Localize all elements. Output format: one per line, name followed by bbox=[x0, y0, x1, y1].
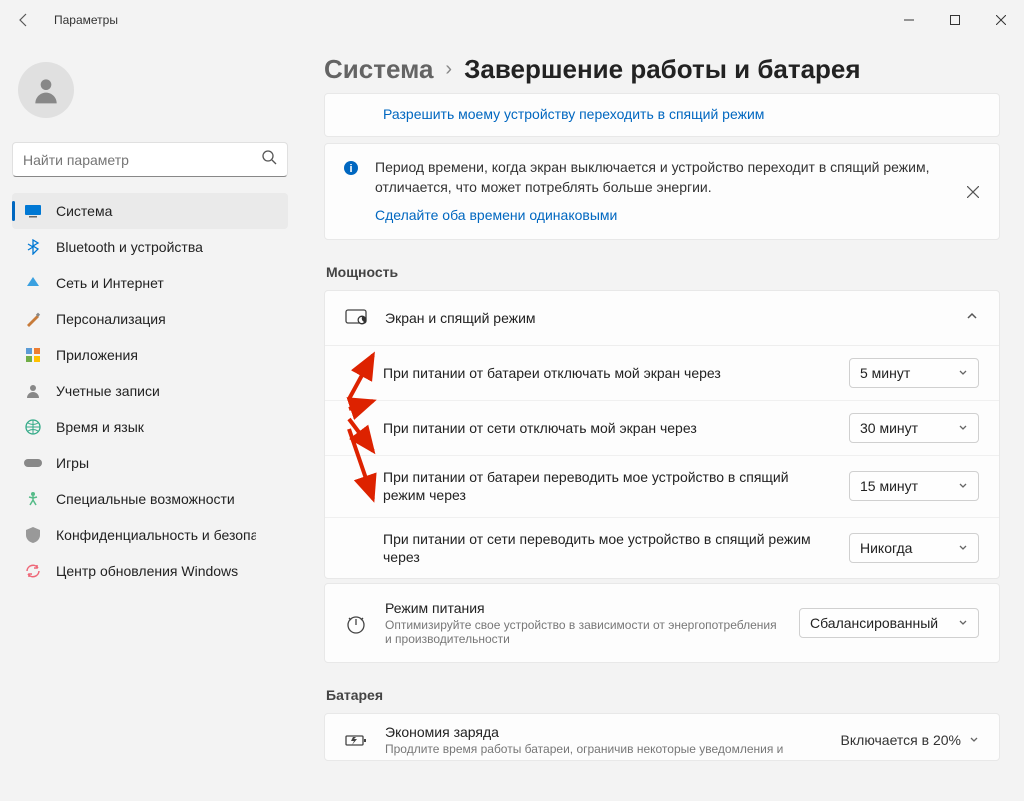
sidebar-item-label: Игры bbox=[56, 455, 89, 471]
search-icon bbox=[261, 149, 277, 170]
windows-update-icon bbox=[24, 562, 42, 580]
titlebar: Параметры bbox=[0, 0, 1024, 40]
sidebar-item-label: Конфиденциальность и безопасность bbox=[56, 527, 256, 543]
dropdown-plugged-screen-off[interactable]: 30 минут bbox=[849, 413, 979, 443]
chevron-down-icon bbox=[958, 365, 968, 381]
search-input[interactable] bbox=[23, 152, 261, 168]
power-mode-card: Режим питания Оптимизируйте свое устройс… bbox=[324, 583, 1000, 663]
sidebar-item-label: Приложения bbox=[56, 347, 138, 363]
breadcrumb-parent[interactable]: Система bbox=[324, 54, 433, 85]
sidebar-item-apps[interactable]: Приложения bbox=[12, 337, 288, 373]
setting-plugged-sleep: При питании от сети переводить мое устро… bbox=[325, 517, 999, 578]
chevron-down-icon bbox=[958, 540, 968, 556]
sidebar-item-label: Сеть и Интернет bbox=[56, 275, 164, 291]
user-profile[interactable] bbox=[12, 48, 288, 138]
power-mode-icon bbox=[345, 612, 367, 634]
accessibility-icon bbox=[24, 490, 42, 508]
sidebar-item-personalization[interactable]: Персонализация bbox=[12, 301, 288, 337]
sidebar: Система Bluetooth и устройства Сеть и Ин… bbox=[0, 40, 300, 801]
sidebar-item-label: Время и язык bbox=[56, 419, 144, 435]
power-mode-subtitle: Оптимизируйте свое устройство в зависимо… bbox=[385, 618, 781, 646]
back-button[interactable] bbox=[14, 10, 34, 30]
battery-saver-icon bbox=[345, 729, 367, 751]
personalization-icon bbox=[24, 310, 42, 328]
allow-sleep-link[interactable]: Разрешить моему устройству переходить в … bbox=[383, 106, 764, 122]
chevron-down-icon bbox=[958, 420, 968, 436]
sidebar-item-label: Система bbox=[56, 203, 112, 219]
battery-saver-title: Экономия заряда bbox=[385, 724, 823, 740]
dropdown-power-mode[interactable]: Сбалансированный bbox=[799, 608, 979, 638]
close-button[interactable] bbox=[978, 4, 1024, 36]
sidebar-item-windows-update[interactable]: Центр обновления Windows bbox=[12, 553, 288, 589]
battery-saver-card[interactable]: Экономия заряда Продлите время работы ба… bbox=[324, 713, 1000, 761]
info-link[interactable]: Сделайте оба времени одинаковыми bbox=[375, 207, 617, 223]
sidebar-item-network[interactable]: Сеть и Интернет bbox=[12, 265, 288, 301]
info-banner: i Период времени, когда экран выключаетс… bbox=[324, 143, 1000, 240]
breadcrumb-current: Завершение работы и батарея bbox=[464, 54, 860, 85]
section-battery-title: Батарея bbox=[326, 687, 1000, 703]
power-mode-title: Режим питания bbox=[385, 600, 781, 616]
battery-saver-subtitle: Продлите время работы батареи, ограничив… bbox=[385, 742, 823, 756]
sidebar-item-system[interactable]: Система bbox=[12, 193, 288, 229]
sidebar-item-gaming[interactable]: Игры bbox=[12, 445, 288, 481]
screen-sleep-title: Экран и спящий режим bbox=[385, 310, 947, 326]
info-icon: i bbox=[343, 160, 359, 176]
setting-plugged-screen-off: При питании от сети отключать мой экран … bbox=[325, 400, 999, 455]
apps-icon bbox=[24, 346, 42, 364]
app-title: Параметры bbox=[54, 13, 118, 27]
setting-battery-sleep: При питании от батареи переводить мое ус… bbox=[325, 455, 999, 516]
breadcrumb: Система › Завершение работы и батарея bbox=[324, 54, 1000, 85]
screen-sleep-icon bbox=[345, 307, 367, 329]
svg-text:i: i bbox=[349, 163, 352, 175]
chevron-right-icon: › bbox=[445, 58, 452, 81]
info-text: Период времени, когда экран выключается … bbox=[375, 158, 951, 197]
screen-sleep-card: Экран и спящий режим При питании от бата… bbox=[324, 290, 1000, 579]
window-controls bbox=[886, 4, 1024, 36]
section-power-title: Мощность bbox=[326, 264, 1000, 280]
privacy-icon bbox=[24, 526, 42, 544]
dismiss-banner-button[interactable] bbox=[963, 182, 983, 202]
chevron-down-icon bbox=[958, 478, 968, 494]
sidebar-item-privacy[interactable]: Конфиденциальность и безопасность bbox=[12, 517, 288, 553]
search-box[interactable] bbox=[12, 142, 288, 177]
sidebar-item-accounts[interactable]: Учетные записи bbox=[12, 373, 288, 409]
chevron-down-icon bbox=[969, 732, 979, 748]
power-mode-row: Режим питания Оптимизируйте свое устройс… bbox=[325, 584, 999, 662]
accounts-icon bbox=[24, 382, 42, 400]
sidebar-item-accessibility[interactable]: Специальные возможности bbox=[12, 481, 288, 517]
dropdown-plugged-sleep[interactable]: Никогда bbox=[849, 533, 979, 563]
battery-saver-status: Включается в 20% bbox=[841, 732, 961, 748]
screen-sleep-header[interactable]: Экран и спящий режим bbox=[325, 291, 999, 345]
network-icon bbox=[24, 274, 42, 292]
setting-battery-screen-off: При питании от батареи отключать мой экр… bbox=[325, 346, 999, 400]
sidebar-item-label: Bluetooth и устройства bbox=[56, 239, 203, 255]
sidebar-item-time-language[interactable]: Время и язык bbox=[12, 409, 288, 445]
system-icon bbox=[24, 202, 42, 220]
allow-sleep-card: Разрешить моему устройству переходить в … bbox=[324, 93, 1000, 137]
time-language-icon bbox=[24, 418, 42, 436]
maximize-button[interactable] bbox=[932, 4, 978, 36]
sidebar-item-label: Учетные записи bbox=[56, 383, 160, 399]
dropdown-battery-sleep[interactable]: 15 минут bbox=[849, 471, 979, 501]
sidebar-item-bluetooth[interactable]: Bluetooth и устройства bbox=[12, 229, 288, 265]
sidebar-item-label: Центр обновления Windows bbox=[56, 563, 238, 579]
minimize-button[interactable] bbox=[886, 4, 932, 36]
avatar bbox=[18, 62, 74, 118]
main-content: Система › Завершение работы и батарея Ра… bbox=[300, 40, 1024, 801]
sidebar-item-label: Специальные возможности bbox=[56, 491, 235, 507]
sidebar-item-label: Персонализация bbox=[56, 311, 166, 327]
chevron-down-icon bbox=[958, 615, 968, 631]
bluetooth-icon bbox=[24, 238, 42, 256]
gaming-icon bbox=[24, 454, 42, 472]
dropdown-battery-screen-off[interactable]: 5 минут bbox=[849, 358, 979, 388]
chevron-up-icon bbox=[965, 309, 979, 328]
